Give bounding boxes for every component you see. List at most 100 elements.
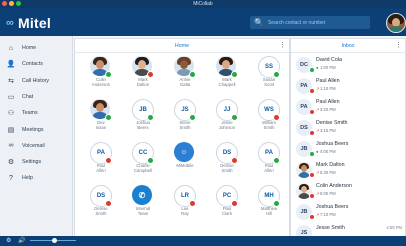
inbox-contact-name: Denise Smith xyxy=(316,120,348,126)
inbox-timestamp: 3:15 PM xyxy=(320,128,336,133)
contact-name: Paul Allen xyxy=(264,163,274,173)
contact-tile[interactable]: JB Joshua Beers xyxy=(127,99,159,139)
inbox-item[interactable]: JB Joshua Beers ● 4:00 PM xyxy=(291,137,405,158)
inbox-panel-title: Inbox xyxy=(341,43,355,49)
contact-tile[interactable]: DS Denise Smith xyxy=(85,185,117,225)
settings-icon: ⚙ xyxy=(7,159,15,167)
inbox-contact-name: David Cola xyxy=(316,57,342,63)
inbox-item[interactable]: Mark Dalton ↗ 5:30 PM xyxy=(291,158,405,179)
volume-icon[interactable]: 🔊 xyxy=(18,237,25,244)
contact-name: Mark Chappell xyxy=(218,77,236,87)
sidebar-item-meetings[interactable]: ▤ Meetings xyxy=(0,123,72,137)
search-field[interactable]: 🔍 Search contact or number xyxy=(250,16,370,29)
missed-call-icon: ↗ xyxy=(316,86,320,91)
settings-icon[interactable]: ⚙ xyxy=(6,237,11,244)
window-titlebar: MiCollab xyxy=(0,0,406,8)
missed-call-icon: ↗ xyxy=(316,170,320,175)
inbox-timestamp: 4:00 PM xyxy=(320,149,336,154)
sidebar-item-chat[interactable]: ▭ Chat xyxy=(0,90,72,104)
inbox-item[interactable]: Colin Anderson ↗ 6:00 PM xyxy=(291,179,405,200)
contact-tile[interactable]: Mark Dalton xyxy=(127,56,159,96)
sidebar-item-help[interactable]: ? Help xyxy=(0,171,72,185)
sidebar-item-label: Call History xyxy=(22,77,50,84)
sidebar-item-label: Voicemail xyxy=(22,142,45,149)
group-icon: ☺ xyxy=(174,142,194,162)
contact-name: Paul Clark xyxy=(221,206,233,216)
user-avatar[interactable] xyxy=(386,13,406,33)
app-logo: ∞ Mitel xyxy=(6,15,51,31)
help-icon: ? xyxy=(9,174,13,182)
sidebar-item-label: Chat xyxy=(22,93,34,100)
contact-name: Steve Smith xyxy=(179,120,191,130)
contact-name: Internal Team xyxy=(135,206,151,216)
contact-tile[interactable]: DS Denise Smith xyxy=(211,142,243,182)
contact-tile[interactable]: PA Paul Allen xyxy=(253,142,285,182)
contact-tile[interactable]: MH Matthew Hill xyxy=(253,185,285,225)
status-dot-icon: ● xyxy=(316,149,319,154)
missed-call-icon: ↗ xyxy=(316,128,320,133)
inbox-item[interactable]: PA Paul Allen ↗ 1:10 PM xyxy=(291,74,405,95)
inbox-contact-name: Paul Allen xyxy=(316,78,340,84)
inbox-timestamp: 1:00 PM xyxy=(320,65,336,70)
app-header: ∞ Mitel 🔍 Search contact or number xyxy=(0,8,406,36)
contact-tile[interactable]: PA Paul Allen xyxy=(85,142,117,182)
contact-name: MiMobile xyxy=(176,163,194,168)
meetings-icon: ▤ xyxy=(7,126,15,134)
sidebar-item-voicemail[interactable]: ∞ Voicemail xyxy=(0,139,72,153)
presence-badge xyxy=(309,67,315,73)
inbox-contact-name: Paul Allen xyxy=(316,99,340,105)
contact-tile[interactable]: LR Lue Ray xyxy=(169,185,201,225)
contact-tile[interactable]: Colin Anderson xyxy=(85,56,117,96)
more-icon[interactable]: ⋮ xyxy=(395,41,402,49)
contact-tile[interactable]: Mark Chappell xyxy=(211,56,243,96)
contact-tile[interactable]: JS Steve Smith xyxy=(169,99,201,139)
inbox-item[interactable]: DS Denise Smith ↗ 3:15 PM xyxy=(291,116,405,137)
sidebar-item-label: Home xyxy=(22,45,37,51)
volume-slider-knob[interactable] xyxy=(52,238,57,243)
inbox-timestamp: 6:00 PM xyxy=(320,191,336,196)
voicemail-icon: ∞ xyxy=(8,142,14,150)
contact-tile[interactable]: Dev Issan xyxy=(85,99,117,139)
logo-text: Mitel xyxy=(18,15,51,31)
contact-tile[interactable]: CC Charlie Campbell xyxy=(127,142,159,182)
contact-tile[interactable]: PC Paul Clark xyxy=(211,185,243,225)
contact-tile[interactable]: ☺ MiMobile xyxy=(169,142,201,182)
contact-tile[interactable]: ✆ Internal Team xyxy=(127,185,159,225)
presence-badge xyxy=(309,88,315,94)
inbox-item[interactable]: PA Paul Allen ↗ 3:20 PM xyxy=(291,95,405,116)
inbox-item[interactable]: JB Joshua Beers ↗ 7:10 PM xyxy=(291,200,405,221)
search-placeholder: Search contact or number xyxy=(267,19,326,26)
inbox-panel: Inbox ⋮ DC David Cola ● 1:00 PM PA Paul Allen… xyxy=(290,38,406,238)
home-icon: ⌂ xyxy=(8,44,14,52)
search-icon: 🔍 xyxy=(254,18,264,27)
sidebar-item-label: Help xyxy=(22,175,33,182)
divider xyxy=(75,52,289,53)
contact-tile[interactable]: SS Susan Scott xyxy=(253,56,285,96)
inbox-contact-name: Joshua Beers xyxy=(316,204,349,210)
contact-name: William Smith xyxy=(262,120,276,130)
sidebar-item-label: Teams xyxy=(22,110,38,117)
sidebar-item-home[interactable]: ⌂ Home xyxy=(0,41,72,55)
sidebar-item-teams[interactable]: ⚇ Teams xyxy=(0,106,72,120)
contact-tile[interactable]: WS William Smith xyxy=(253,99,285,139)
contact-tile[interactable]: JJ Jesse Johnson xyxy=(211,99,243,139)
inbox-contact-name: Mark Dalton xyxy=(316,162,345,168)
contact-name: Paul Allen xyxy=(96,163,106,173)
contact-name: Dev Issan xyxy=(95,120,107,130)
sidebar-item-call-history[interactable]: ⇆ Call History xyxy=(0,74,72,88)
window-title: MiCollab xyxy=(193,1,213,7)
presence-badge xyxy=(309,172,315,178)
more-icon[interactable]: ⋮ xyxy=(279,41,286,49)
sidebar-item-contacts[interactable]: 👤 Contacts xyxy=(0,57,72,71)
inbox-item[interactable]: DC David Cola ● 1:00 PM xyxy=(291,53,405,74)
home-panel-title: Home xyxy=(174,43,190,49)
contact-tile[interactable]: Annie Gatla xyxy=(169,56,201,96)
mitel-logo-icon: ∞ xyxy=(6,17,15,29)
missed-call-icon: ↗ xyxy=(316,212,320,217)
sidebar-item-settings[interactable]: ⚙ Settings xyxy=(0,155,72,169)
contact-name: Annie Gatla xyxy=(179,77,191,87)
teams-icon: ⚇ xyxy=(7,110,15,118)
inbox-contact-name: Joshua Beers xyxy=(316,141,349,147)
status-dot-icon: ● xyxy=(316,65,319,70)
status-bar: ⚙ 🔊 xyxy=(0,236,406,246)
